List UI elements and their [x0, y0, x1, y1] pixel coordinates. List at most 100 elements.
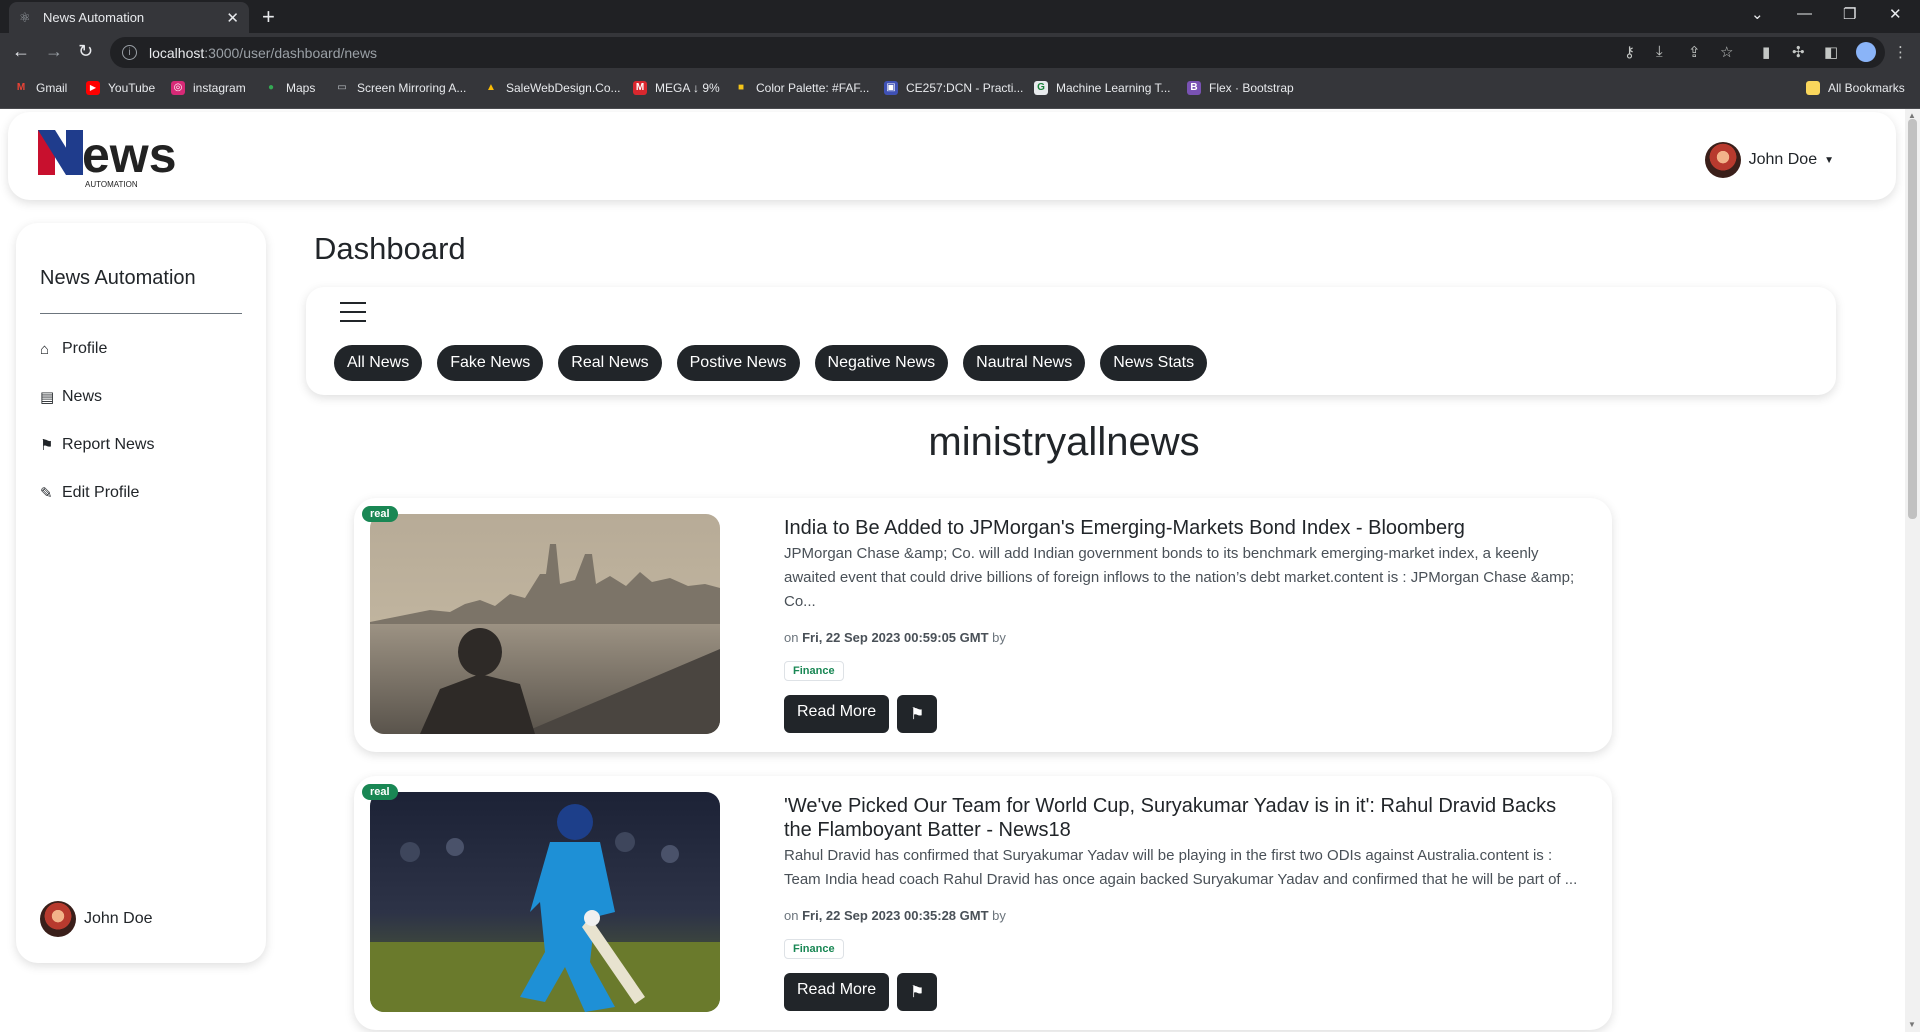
caret-down-icon: ▼ — [1824, 154, 1834, 166]
forward-icon[interactable]: → — [45, 41, 63, 62]
bookmark-star-icon[interactable]: ☆ — [1720, 43, 1733, 61]
minimize-icon[interactable]: — — [1797, 5, 1812, 22]
page-scrollbar[interactable]: ▲ ▼ — [1905, 109, 1920, 1032]
category-tag: Finance — [784, 939, 844, 959]
new-tab-icon[interactable]: + — [262, 4, 275, 30]
credibility-badge: real — [362, 506, 398, 522]
news-title[interactable]: India to Be Added to JPMorgan's Emerging… — [784, 516, 1584, 540]
bookmark-maps[interactable]: ● Maps — [264, 81, 315, 95]
bookmark-mega[interactable]: M MEGA ↓ 9% — [633, 81, 720, 95]
sidebar-item-label: Profile — [62, 340, 108, 357]
bookmark-ce257[interactable]: ▣ CE257:DCN - Practi... — [884, 81, 1023, 95]
all-bookmarks[interactable]: All Bookmarks — [1806, 81, 1905, 95]
news-description: Rahul Dravid has confirmed that Suryakum… — [784, 847, 1578, 888]
page-title: Dashboard — [314, 231, 466, 266]
browser-tab[interactable]: ⚛ News Automation ✕ — [9, 2, 249, 33]
url-host: localhost — [149, 44, 205, 61]
home-icon: ⌂ — [40, 340, 50, 358]
news-thumbnail[interactable] — [370, 514, 720, 734]
tab-title: News Automation — [43, 10, 145, 25]
browser-menu-icon[interactable]: ⋮ — [1893, 43, 1908, 61]
cricket-player-image — [370, 792, 720, 1012]
extensions-puzzle-icon[interactable]: ✣ — [1792, 43, 1805, 61]
address-bar[interactable]: i localhost :3000/user/dashboard/news — [110, 37, 1885, 68]
sidebar-item-news[interactable]: ▤ News — [40, 388, 102, 406]
react-favicon-icon: ⚛ — [19, 9, 31, 25]
bookmark-screen-mirroring[interactable]: ▭ Screen Mirroring A... — [335, 81, 466, 95]
hamburger-menu-icon[interactable] — [340, 302, 366, 329]
report-flag-button[interactable]: ⚑ — [897, 973, 938, 1011]
site-info-icon[interactable]: i — [122, 45, 137, 60]
scroll-down-arrow-icon[interactable]: ▼ — [1908, 1020, 1916, 1029]
filter-real-news[interactable]: Real News — [558, 345, 662, 381]
logo-mark-icon: ews AUTOMATION — [38, 127, 177, 189]
sidebar-item-profile[interactable]: ⌂ Profile — [40, 340, 107, 358]
all-bookmarks-label: All Bookmarks — [1828, 81, 1905, 95]
credibility-badge: real — [362, 784, 398, 800]
bookmark-label: CE257:DCN - Practi... — [906, 81, 1024, 95]
bookmark-label: Machine Learning T... — [1056, 81, 1171, 95]
bootstrap-icon: B — [1187, 81, 1201, 95]
avatar — [40, 901, 76, 937]
news-card: real India to Be Added to JPMorgan's Eme… — [354, 498, 1612, 752]
news-logo[interactable]: ews AUTOMATION — [38, 127, 198, 190]
news-date: Fri, 22 Sep 2023 00:35:28 GMT — [802, 908, 989, 923]
reload-icon[interactable]: ↻ — [78, 41, 93, 62]
bookmark-bootstrap[interactable]: B Flex · Bootstrap — [1187, 81, 1294, 95]
bookmark-gmail[interactable]: M Gmail — [14, 81, 68, 95]
read-more-button[interactable]: Read More — [784, 973, 890, 1011]
bookmark-label: Flex · Bootstrap — [1209, 81, 1294, 95]
screen-mirroring-icon: ▭ — [337, 82, 347, 93]
bookmark-instagram[interactable]: ◎ instagram — [171, 81, 246, 95]
meta-suffix: by — [992, 630, 1006, 645]
bookmark-machine-learning[interactable]: G Machine Learning T... — [1034, 81, 1171, 95]
sidebar-user[interactable]: John Doe — [40, 901, 153, 937]
gmail-icon: M — [16, 82, 26, 93]
install-app-icon[interactable]: ⤓ — [1656, 43, 1663, 60]
news-thumbnail[interactable] — [370, 792, 720, 1012]
machine-learning-icon: G — [1034, 81, 1048, 95]
scroll-thumb[interactable] — [1908, 119, 1917, 519]
tab-search-icon[interactable]: ⌄ — [1751, 5, 1764, 23]
filter-fake-news[interactable]: Fake News — [437, 345, 544, 381]
read-more-button[interactable]: Read More — [784, 695, 890, 733]
close-tab-icon[interactable]: ✕ — [226, 9, 239, 27]
restore-icon[interactable]: ❐ — [1843, 5, 1856, 23]
sidebar: News Automation ⌂ Profile ▤ News ⚑ Repor… — [16, 223, 266, 963]
bookmark-label: Color Palette: #FAF... — [756, 81, 870, 95]
side-panel-icon[interactable]: ◧ — [1824, 43, 1838, 61]
news-description: JPMorgan Chase &amp; Co. will add Indian… — [784, 545, 1575, 610]
news-card-body: India to Be Added to JPMorgan's Emerging… — [784, 516, 1584, 733]
password-key-icon[interactable]: ⚷ — [1624, 43, 1635, 61]
url-path: :3000/user/dashboard/news — [204, 44, 378, 61]
youtube-icon: ▶ — [86, 81, 100, 95]
mega-icon: M — [633, 81, 647, 95]
share-icon[interactable]: ⇪ — [1688, 43, 1701, 61]
filter-negative-news[interactable]: Negative News — [814, 345, 949, 381]
page-viewport: ews AUTOMATION John Doe ▼ News Automatio… — [0, 109, 1920, 1032]
news-meta: on Fri, 22 Sep 2023 00:35:28 GMT by — [784, 908, 1584, 923]
bookmark-color-palette[interactable]: ■ Color Palette: #FAF... — [734, 81, 869, 95]
profile-avatar-icon[interactable] — [1856, 42, 1876, 62]
logo-word: ews — [82, 130, 177, 183]
filter-neutral-news[interactable]: Nautral News — [963, 345, 1086, 381]
back-icon[interactable]: ← — [12, 41, 30, 62]
folder-icon — [1806, 81, 1820, 95]
category-tag: Finance — [784, 661, 844, 681]
card-actions: Read More ⚑ — [784, 973, 1584, 1011]
browser-toolbar: ← → ↻ i localhost :3000/user/dashboard/n… — [0, 33, 1920, 72]
bookmark-salewebdesign[interactable]: ▲ SaleWebDesign.Co... — [484, 81, 620, 95]
extension-icon[interactable]: ▮ — [1762, 43, 1770, 61]
close-window-icon[interactable]: ✕ — [1889, 5, 1902, 23]
sidebar-item-edit-profile[interactable]: ✎ Edit Profile — [40, 484, 139, 502]
news-title[interactable]: 'We've Picked Our Team for World Cup, Su… — [784, 794, 1584, 842]
instagram-icon: ◎ — [171, 81, 185, 95]
sidebar-title: News Automation — [40, 267, 196, 289]
filter-news-stats[interactable]: News Stats — [1100, 345, 1208, 381]
browser-tab-bar: ⚛ News Automation ✕ + ⌄ — ❐ ✕ — [0, 0, 1920, 33]
bookmark-youtube[interactable]: ▶ YouTube — [86, 81, 155, 95]
user-dropdown[interactable]: John Doe ▼ — [1704, 142, 1834, 178]
filter-all-news[interactable]: All News — [334, 345, 423, 381]
report-flag-button[interactable]: ⚑ — [897, 695, 938, 733]
filter-positive-news[interactable]: Postive News — [676, 345, 800, 381]
